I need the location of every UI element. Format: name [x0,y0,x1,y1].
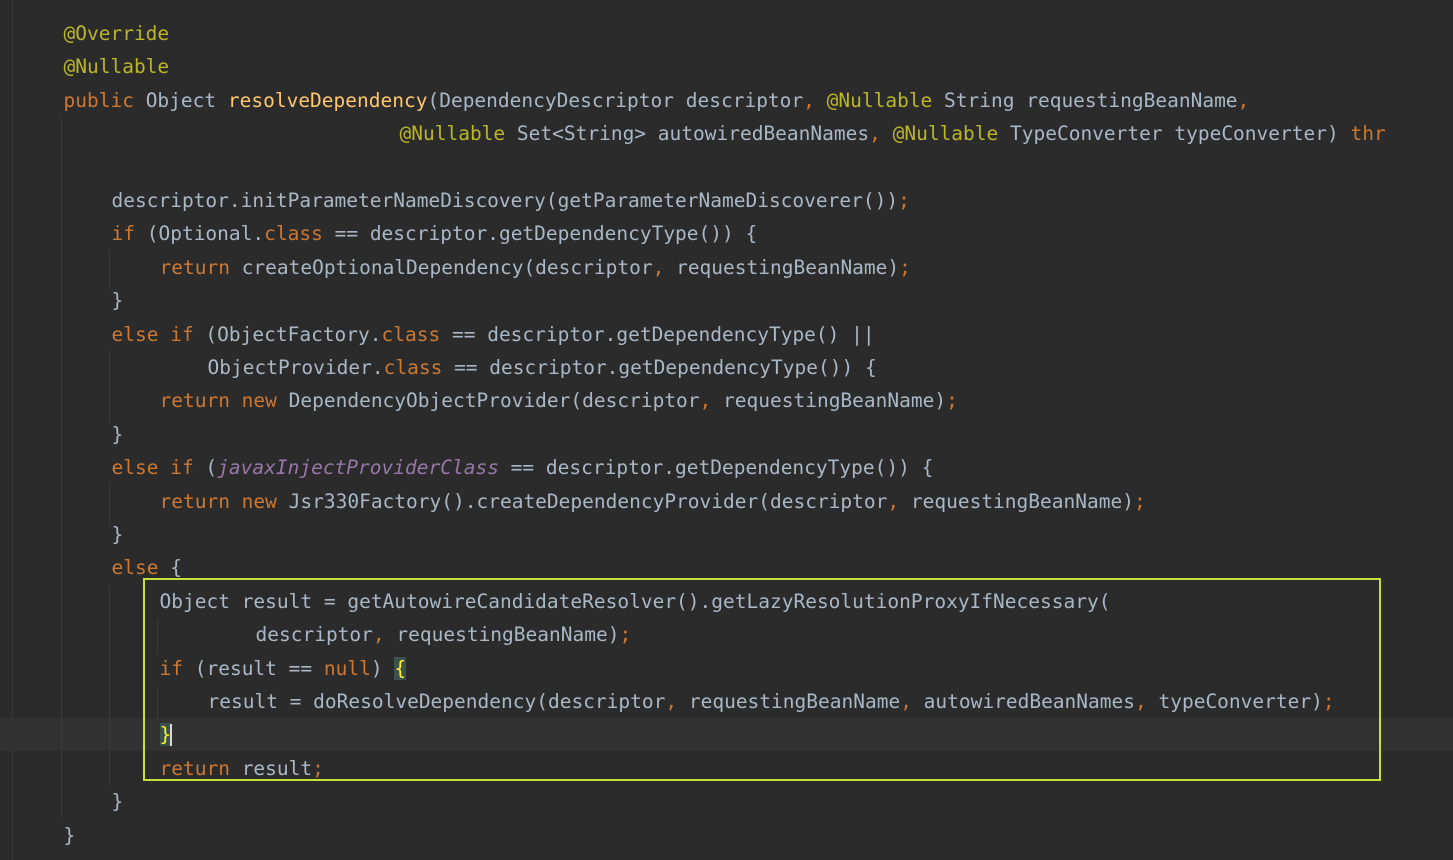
code-token: class [381,322,452,346]
code-token: } [111,422,124,446]
code-token: descriptor.initParameterNameDiscovery(ge… [111,189,899,212]
code-token: } [111,289,124,313]
indent-guide [109,484,110,524]
code-token: public [63,88,146,112]
code-token: @Override [63,22,170,45]
code-token: class [383,356,455,379]
code-line: } [64,819,76,852]
code-token: , [803,88,827,112]
code-line: @Override [64,17,170,50]
code-line: else if (ObjectFactory.class == descript… [112,318,875,351]
code-line: } [112,418,124,451]
code-token: , [1237,88,1250,112]
code-token: requestingBeanName) [676,255,900,279]
code-token: (DependencyDescriptor descriptor [427,88,804,112]
code-line: return new DependencyObjectProvider(desc… [160,384,958,417]
code-token: requestingBeanName) [723,389,947,413]
indent-guide [109,350,110,423]
code-token: } [63,823,76,847]
code-token: @Nullable [892,122,1010,146]
code-token: @Nullable [63,55,170,79]
code-token: , [699,389,724,413]
code-token: Object [145,88,228,112]
code-token: DependencyObjectProvider(descriptor [288,389,700,413]
code-token: } [111,523,124,546]
code-token: return new [159,389,289,413]
code-token: { [170,556,182,580]
code-token: createOptionalDependency(descriptor [241,255,653,279]
code-line: ObjectProvider.class == descriptor.getDe… [208,351,877,384]
code-token: class [264,222,335,246]
code-token: , [887,489,911,513]
code-line: descriptor.initParameterNameDiscovery(ge… [112,184,910,217]
code-token: if [111,222,147,246]
indent-guide [109,586,110,786]
code-token: return [159,255,242,279]
code-token: ; [898,189,910,212]
code-line: return new Jsr330Factory().createDepende… [160,485,1146,518]
code-token: (ObjectFactory. [205,322,382,346]
code-token: ; [946,389,958,413]
indent-guide [109,250,110,290]
selection-highlight-box [143,578,1381,781]
code-token: (Optional. [146,222,265,246]
indent-guide [61,117,62,817]
code-token: else if [111,322,206,346]
code-token: == descriptor.getDependencyType()) { [334,222,758,246]
code-token: ( [205,456,218,480]
code-token: else [111,556,171,580]
code-line: return createOptionalDependency(descript… [160,251,911,284]
code-token: Set<String> autowiredBeanNames [516,122,870,146]
text-caret [170,724,172,746]
code-line: @Nullable Set<String> autowiredBeanNames… [400,117,1386,150]
code-line: else if (javaxInjectProviderClass == des… [112,451,934,484]
code-token: @Nullable [399,122,517,146]
code-token: ; [1133,489,1146,513]
code-token: ObjectProvider. [207,356,384,379]
code-line: public Object resolveDependency(Dependen… [64,84,1250,117]
code-editor[interactable]: @Override @Nullable public Object resolveD… [0,0,1453,860]
code-token: == descriptor.getDependencyType()) { [498,456,934,480]
code-token: TypeConverter typeConverter) [1010,122,1351,146]
code-token: javaxInjectProviderClass [217,456,499,480]
code-token: , [652,255,677,279]
code-token: } [111,790,124,814]
code-token: Jsr330Factory().createDependencyProvider… [288,489,888,513]
code-token: ; [899,255,911,279]
code-token: @Nullable [826,88,945,112]
code-token: String requestingBeanName [944,88,1238,112]
code-token: thr [1350,122,1386,146]
code-token: return new [159,489,289,513]
code-token: == descriptor.getDependencyType()) { [454,356,877,379]
code-token: , [869,122,893,146]
code-line: } [112,785,124,818]
code-line: } [112,518,124,551]
code-token: else if [111,456,206,480]
code-token: == descriptor.getDependencyType() || [451,322,875,346]
code-token: requestingBeanName) [910,489,1134,513]
code-line: @Nullable [64,50,170,83]
code-token: resolveDependency [227,88,428,112]
code-line: } [112,284,124,317]
code-line: if (Optional.class == descriptor.getDepe… [112,217,758,250]
